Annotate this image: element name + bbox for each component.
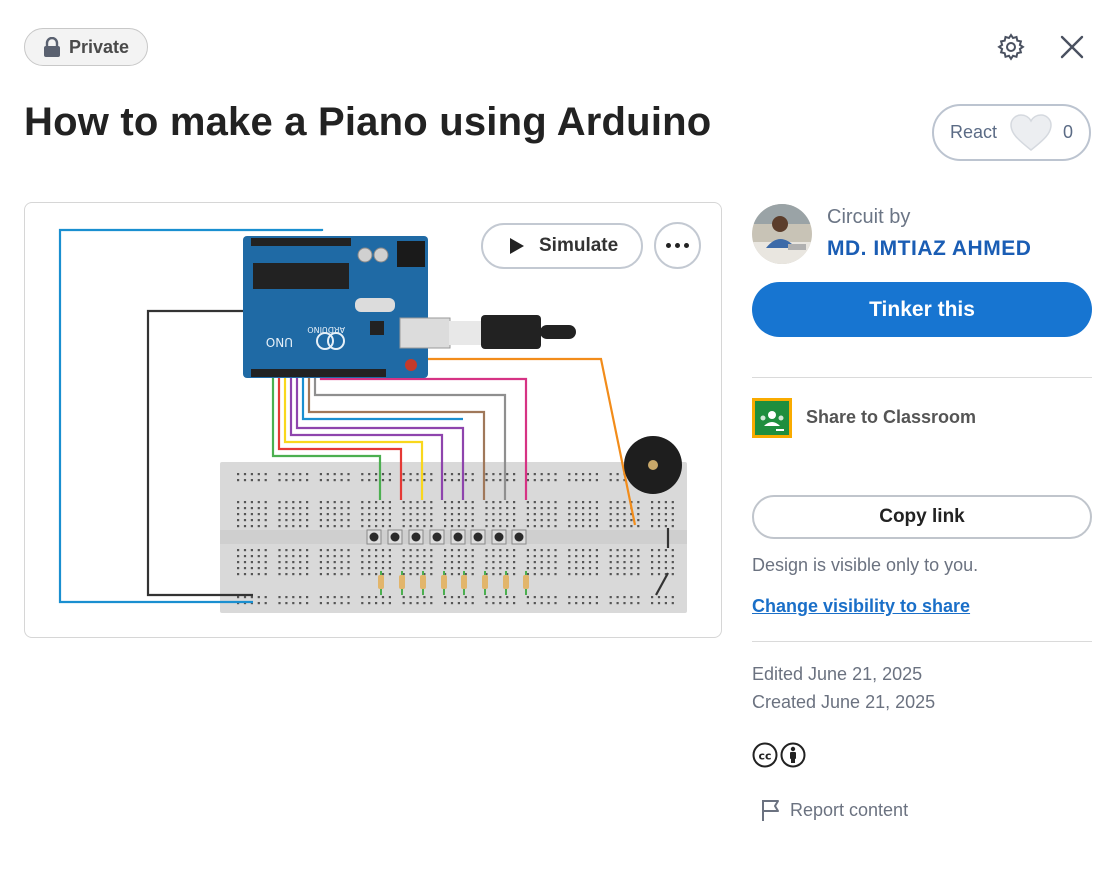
cc-icon: cc: [752, 742, 778, 768]
react-button[interactable]: React 0: [932, 104, 1091, 161]
page-title: How to make a Piano using Arduino: [24, 100, 712, 144]
close-icon[interactable]: [1059, 34, 1085, 60]
share-to-classroom-link[interactable]: Share to Classroom: [806, 407, 976, 428]
flag-icon: [762, 800, 779, 821]
board-model: UNO: [266, 335, 293, 349]
attribution-icon: [780, 742, 806, 768]
lock-icon: [44, 37, 60, 57]
license-badges[interactable]: cc: [752, 742, 806, 770]
privacy-label: Private: [69, 36, 130, 57]
author-name-link[interactable]: MD. IMTIAZ AHMED: [827, 237, 1031, 261]
more-dots-icon: [684, 243, 689, 248]
more-dots-icon: [666, 243, 671, 248]
gear-icon[interactable]: [997, 33, 1025, 61]
svg-text:cc: cc: [758, 750, 771, 763]
more-dots-icon: [675, 243, 680, 248]
react-label: React: [950, 122, 998, 142]
edited-date: Edited June 21, 2025: [752, 664, 923, 684]
avatar[interactable]: [752, 204, 812, 264]
privacy-badge[interactable]: Private: [24, 28, 148, 66]
more-options-button[interactable]: [654, 222, 701, 269]
change-visibility-link[interactable]: Change visibility to share: [752, 596, 970, 617]
divider: [752, 377, 1092, 378]
report-content-link[interactable]: Report content: [760, 798, 908, 822]
circuit-by-label: Circuit by: [827, 206, 911, 228]
report-content-label: Report content: [790, 799, 909, 820]
simulate-label: Simulate: [539, 235, 619, 256]
heart-icon: [1010, 113, 1052, 151]
divider: [752, 641, 1092, 642]
created-date: Created June 21, 2025: [752, 692, 936, 712]
author-photo: [752, 204, 812, 264]
react-count: 0: [1062, 122, 1073, 142]
simulate-button[interactable]: Simulate: [481, 223, 643, 269]
visibility-note: Design is visible only to you.: [752, 555, 979, 575]
play-icon: [510, 238, 524, 254]
copy-link-button[interactable]: Copy link: [752, 495, 1092, 539]
tinker-this-button[interactable]: Tinker this: [752, 282, 1092, 337]
google-classroom-icon[interactable]: [752, 398, 792, 438]
piezo-buzzer: [624, 436, 682, 494]
